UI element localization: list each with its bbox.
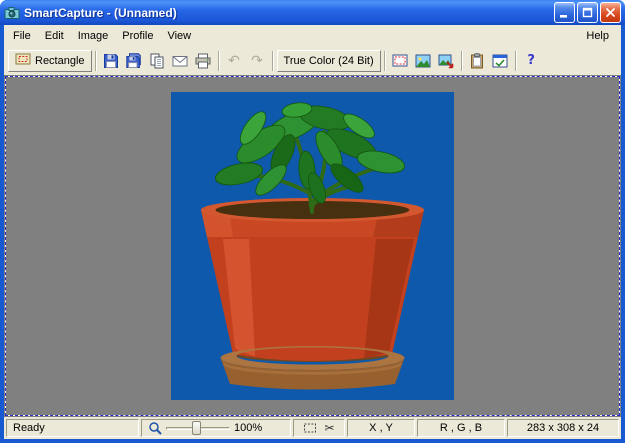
toolbar-separator <box>461 51 463 71</box>
window-controls <box>554 2 621 23</box>
color-depth-label: True Color (24 Bit) <box>284 55 374 67</box>
menu-file[interactable]: File <box>6 28 38 44</box>
capture-rectangle-icon <box>15 51 31 70</box>
zoom-magnifier-icon[interactable] <box>148 421 162 435</box>
copy-button[interactable] <box>146 50 169 72</box>
pixel-color-label: R , G , B <box>440 422 482 434</box>
help-button[interactable]: ? <box>520 50 543 72</box>
captured-image <box>171 92 454 400</box>
image-dimensions-pane: 283 x 308 x 24 <box>507 419 619 437</box>
selection-rect-icon[interactable] <box>303 421 317 435</box>
menu-help[interactable]: Help <box>579 28 619 44</box>
color-depth-button[interactable]: True Color (24 Bit) <box>277 50 381 72</box>
maximize-button[interactable] <box>577 2 598 23</box>
screen-region-button[interactable] <box>389 50 412 72</box>
toolbar-separator <box>95 51 97 71</box>
camera-icon[interactable] <box>4 5 20 21</box>
zoom-slider[interactable] <box>166 420 230 436</box>
status-text: Ready <box>13 422 45 434</box>
menubar: File Edit Image Profile View Help <box>4 25 621 46</box>
menu-edit[interactable]: Edit <box>38 28 71 44</box>
capture-shape-button[interactable]: Rectangle <box>8 50 92 72</box>
potted-plant-image <box>171 92 454 400</box>
zoom-value: 100% <box>234 422 262 434</box>
pixel-color-pane: R , G , B <box>417 419 505 437</box>
menu-profile[interactable]: Profile <box>115 28 160 44</box>
toolbar: Rectangle <box>4 46 621 75</box>
capture-canvas[interactable] <box>4 75 621 417</box>
settings-window-button[interactable] <box>489 50 512 72</box>
tools-pane: ✂ <box>293 419 345 437</box>
toolbar-separator <box>272 51 274 71</box>
window-title: SmartCapture - (Unnamed) <box>24 6 554 20</box>
toolbar-separator <box>515 51 517 71</box>
zoom-slider-thumb[interactable] <box>192 421 201 435</box>
save-button[interactable] <box>100 50 123 72</box>
menu-image[interactable]: Image <box>71 28 116 44</box>
save-as-button[interactable] <box>123 50 146 72</box>
undo-button[interactable]: ↶ <box>223 50 246 72</box>
undo-icon: ↶ <box>228 54 240 68</box>
app-window: SmartCapture - (Unnamed) File Edit Image… <box>0 0 625 443</box>
email-button[interactable] <box>169 50 192 72</box>
image-button[interactable] <box>412 50 435 72</box>
toolbar-separator <box>218 51 220 71</box>
redo-button[interactable]: ↷ <box>246 50 269 72</box>
capture-shape-label: Rectangle <box>35 55 85 67</box>
toolbar-separator <box>384 51 386 71</box>
clipboard-button[interactable] <box>466 50 489 72</box>
zoom-pane: 100% <box>141 419 291 437</box>
cursor-position-label: X , Y <box>369 422 393 434</box>
scissors-icon[interactable]: ✂ <box>324 421 334 435</box>
minimize-button[interactable] <box>554 2 575 23</box>
menu-view[interactable]: View <box>160 28 198 44</box>
statusbar: Ready 100% <box>4 417 621 439</box>
image-dimensions: 283 x 308 x 24 <box>527 422 599 434</box>
titlebar[interactable]: SmartCapture - (Unnamed) <box>0 0 625 25</box>
status-pane: Ready <box>6 419 139 437</box>
help-icon: ? <box>527 54 535 67</box>
print-button[interactable] <box>192 50 215 72</box>
close-button[interactable] <box>600 2 621 23</box>
redo-icon: ↷ <box>251 54 263 68</box>
cursor-position-pane: X , Y <box>347 419 415 437</box>
image-export-button[interactable] <box>435 50 458 72</box>
app-body: File Edit Image Profile View Help Rectan… <box>4 25 621 439</box>
